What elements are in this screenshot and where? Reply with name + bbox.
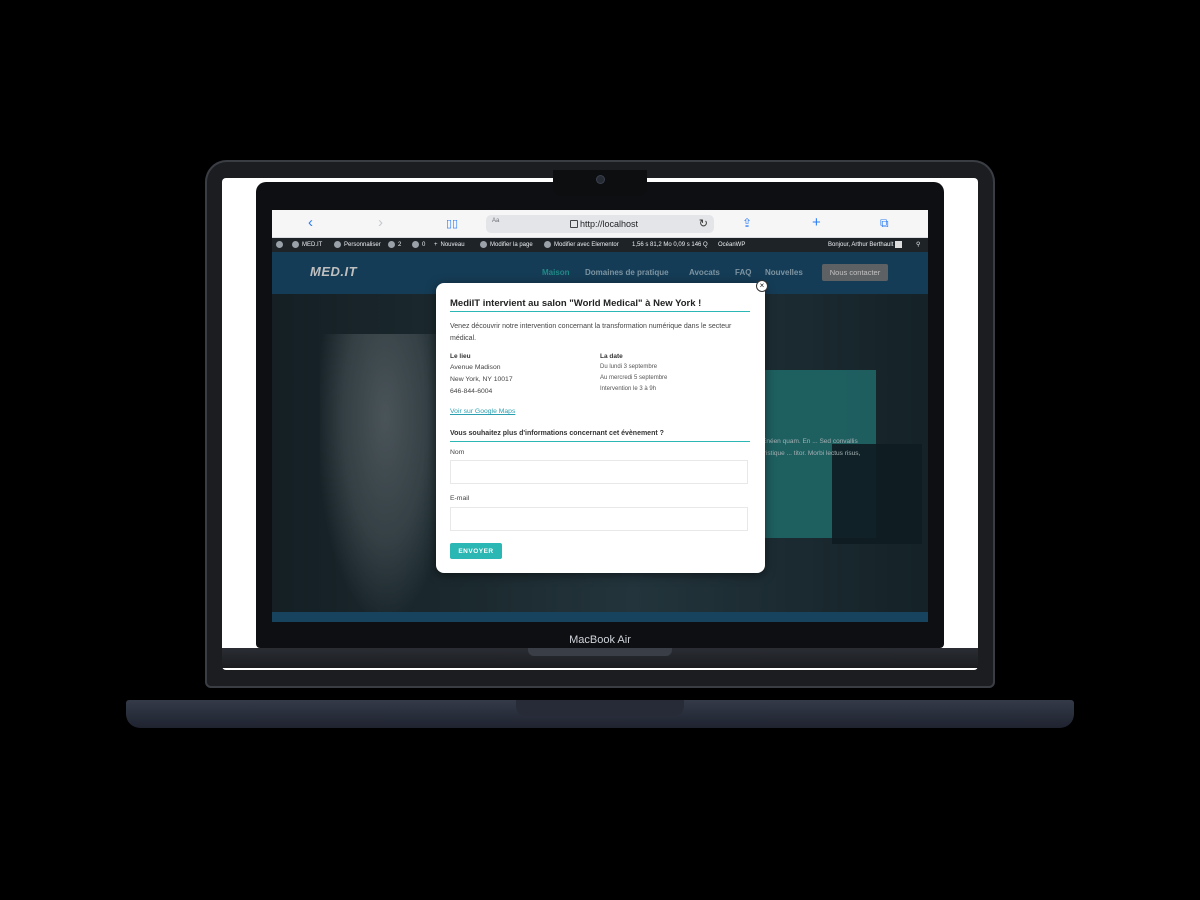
tabs-overview-icon[interactable]: ⧉ [880,214,889,232]
pencil-icon [480,240,487,248]
screen: ‹ › ▯▯ Aa http://localhost ↻ ⇪ + ⧉ MED.I… [272,210,928,622]
wp-customize-link[interactable]: Personnaliser [334,238,381,252]
device-label: MacBook Air [569,634,631,646]
place-phone: 646-844-6004 [450,388,493,395]
place-heading: Le lieu [450,353,471,360]
new-tab-button[interactable]: + [812,214,821,232]
share-icon[interactable]: ⇪ [742,214,752,232]
updates-icon [388,240,395,248]
wp-account-link[interactable]: Bonjour, Arthur Berthault [828,238,903,252]
modal-intro: Venez découvrir notre intervention conce… [450,323,732,342]
modal-title: MediIT intervient au salon "World Medica… [450,298,702,309]
email-label: E-mail [450,495,470,502]
date-line1: Du lundi 3 septembre [600,364,658,370]
close-icon[interactable]: × [756,280,768,292]
laptop-hinge [528,648,672,656]
avatar [895,240,903,248]
form-divider [450,441,750,442]
name-field[interactable] [450,460,748,484]
wp-comments-link[interactable]: 0 [412,238,425,252]
wordpress-logo-icon[interactable] [276,238,286,252]
place-line1: Avenue Madison [450,364,501,371]
event-modal: MediIT intervient au salon "World Medica… [436,283,765,573]
lock-icon [570,220,578,228]
camera-notch [553,170,647,196]
browser-toolbar: ‹ › ▯▯ Aa http://localhost ↻ ⇪ + ⧉ [272,210,928,238]
date-heading: La date [600,353,623,360]
back-button[interactable]: ‹ [308,214,313,232]
elementor-icon [544,240,551,248]
submit-button[interactable]: ENVOYER [450,543,502,559]
date-line3: Intervention le 3 à 9h [600,386,657,392]
home-icon [292,240,299,248]
search-icon[interactable]: ⚲ [916,238,920,252]
camera-icon [597,176,604,183]
address-bar[interactable]: Aa http://localhost ↻ [486,215,714,233]
wp-edit-page-link[interactable]: Modifier la page [480,238,533,252]
wp-site-link[interactable]: MED.IT [292,238,322,252]
form-title: Vous souhaitez plus d'informations conce… [450,430,664,437]
wp-admin-bar: MED.IT Personnaliser 2 0 + Nouveau Modifi… [272,238,928,252]
brush-icon [334,240,341,248]
email-field[interactable] [450,507,748,531]
wp-theme-link[interactable]: OcéanWP [718,238,745,252]
reader-button[interactable]: Aa [492,218,499,224]
comment-icon [412,240,419,248]
wp-query-stats[interactable]: 1,56 s 81,2 Mo 0,09 s 146 Q [632,238,708,252]
wp-new-link[interactable]: + Nouveau [434,238,465,252]
date-line2: Au mercredi 5 septembre [600,375,668,381]
plus-icon: + [434,242,438,248]
laptop-base-notch [516,700,684,716]
name-label: Nom [450,449,465,456]
forward-button[interactable]: › [378,214,383,232]
google-maps-link[interactable]: Voir sur Google Maps [450,408,515,415]
wp-elementor-link[interactable]: Modifier avec Elementor [544,238,619,252]
reload-icon[interactable]: ↻ [699,215,708,233]
wp-updates-link[interactable]: 2 [388,238,401,252]
url-text: http://localhost [580,219,639,229]
place-line2: New York, NY 10017 [450,376,513,383]
title-divider [450,311,750,312]
bookmarks-icon[interactable]: ▯▯ [446,215,458,233]
